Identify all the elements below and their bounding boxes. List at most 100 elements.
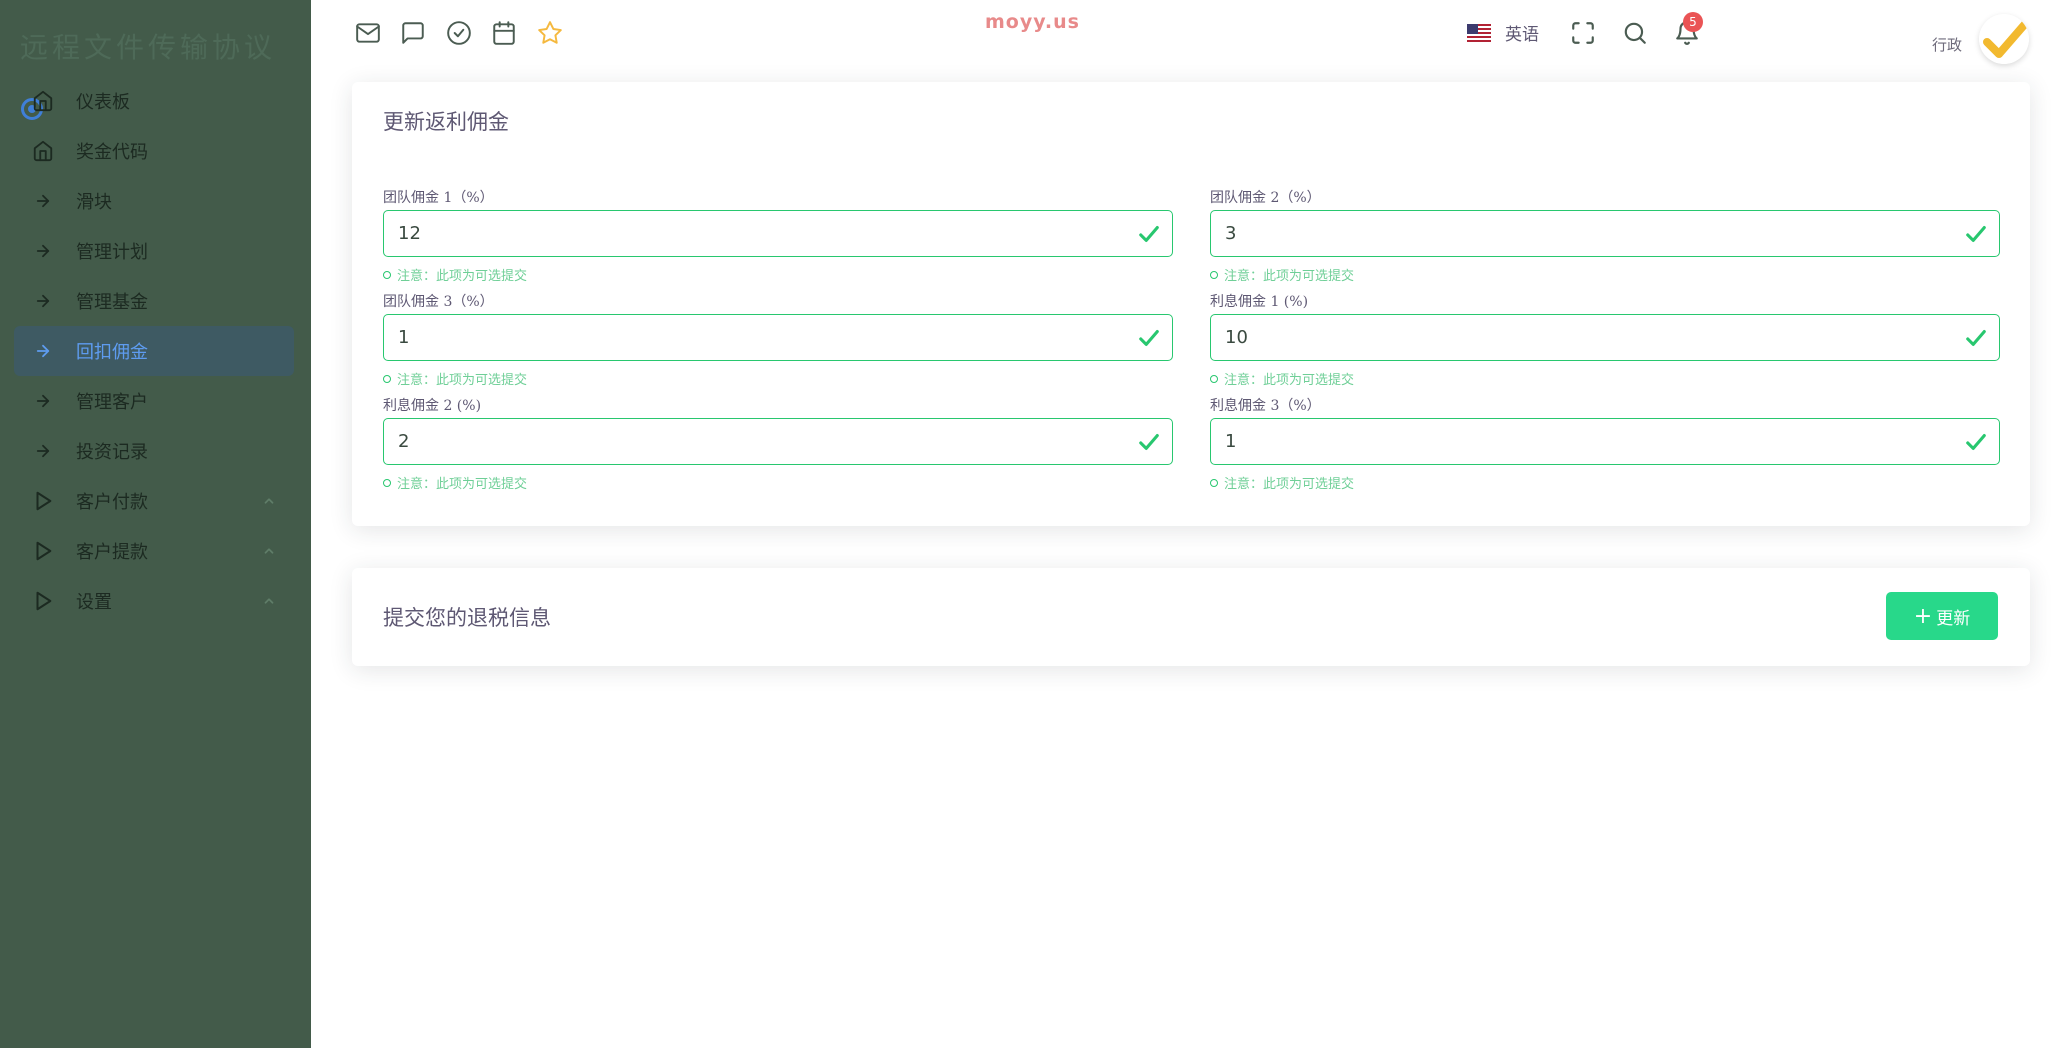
sidebar-item-label: 管理计划 (76, 242, 148, 263)
avatar[interactable] (1979, 14, 2029, 64)
search-icon[interactable] (1622, 20, 1648, 46)
language-dropdown[interactable]: 英语 (1467, 20, 1539, 45)
arrow-right-icon (30, 338, 56, 364)
sidebar-item-settings[interactable]: 设置 (14, 576, 294, 626)
rebate-commission-card: 更新返利佣金 团队佣金 1（%） 注意：此项为可选提交 团队佣金 2（%） 注意… (352, 82, 2030, 526)
interest-commission-2-field: 利息佣金 2 (%) 注意：此项为可选提交 (383, 396, 1173, 492)
play-icon (30, 588, 56, 614)
check-icon (1138, 223, 1160, 249)
input-wrapper (383, 418, 1173, 465)
arrow-right-icon (30, 438, 56, 464)
submit-rebate-card: 提交您的退税信息 + 更新 (352, 568, 2030, 666)
sidebar-menu: 仪表板 奖金代码 滑块 管理计划 管理基金 回扣佣金 管理客户 投资记录 客户付… (14, 76, 294, 626)
check-icon (1965, 223, 1987, 249)
team-commission-2-field: 团队佣金 2（%） 注意：此项为可选提交 (1210, 188, 2000, 284)
interest-commission-1-input[interactable] (1211, 315, 1911, 359)
interest-commission-3-field: 利息佣金 3（%） 注意：此项为可选提交 (1210, 396, 2000, 492)
update-button[interactable]: + 更新 (1886, 592, 1998, 640)
calendar-icon[interactable] (491, 20, 517, 46)
hint-dot-icon (383, 270, 391, 279)
hint-text: 注意：此项为可选提交 (397, 269, 528, 284)
card-title: 提交您的退税信息 (383, 606, 551, 630)
notification-badge: 5 (1683, 12, 1703, 32)
hint-dot-icon (1210, 270, 1218, 279)
interest-commission-1-field: 利息佣金 1 (%) 注意：此项为可选提交 (1210, 292, 2000, 388)
chevron-up-icon[interactable] (262, 543, 276, 562)
team-commission-2-input[interactable] (1211, 211, 1911, 255)
sidebar-item-label: 滑块 (76, 192, 112, 213)
check-icon (1965, 327, 1987, 353)
star-icon[interactable] (537, 20, 563, 46)
brand-title[interactable]: 远程文件传输协议 (20, 26, 276, 66)
hint-dot-icon (1210, 374, 1218, 383)
check-circle-icon[interactable] (446, 20, 472, 46)
sidebar-item-label: 客户付款 (76, 492, 148, 513)
avatar-checkmark-icon (1979, 14, 2029, 64)
home-icon (30, 88, 56, 114)
sidebar-item-bonus-code[interactable]: 奖金代码 (14, 126, 294, 176)
language-label: 英语 (1505, 25, 1539, 45)
play-icon (30, 538, 56, 564)
sidebar-item-label: 投资记录 (76, 442, 148, 463)
check-icon (1965, 431, 1987, 457)
input-wrapper (383, 210, 1173, 257)
input-wrapper (1210, 210, 2000, 257)
arrow-right-icon (30, 238, 56, 264)
field-label: 团队佣金 2（%） (1210, 190, 1321, 206)
team-commission-3-field: 团队佣金 3（%） 注意：此项为可选提交 (383, 292, 1173, 388)
watermark-text: moyy.us (985, 11, 1080, 33)
hint-text: 注意：此项为可选提交 (397, 373, 528, 388)
chat-icon[interactable] (400, 20, 426, 46)
sidebar-item-manage-customers[interactable]: 管理客户 (14, 376, 294, 426)
hint-text: 注意：此项为可选提交 (1224, 373, 1355, 388)
field-hint: 注意：此项为可选提交 (1210, 473, 2000, 492)
arrow-right-icon (30, 288, 56, 314)
interest-commission-2-input[interactable] (384, 419, 1084, 463)
user-role-label: 行政 (1932, 36, 1963, 54)
field-hint: 注意：此项为可选提交 (1210, 369, 2000, 388)
hint-text: 注意：此项为可选提交 (1224, 477, 1355, 492)
field-hint: 注意：此项为可选提交 (383, 265, 1173, 284)
sidebar-item-manage-funds[interactable]: 管理基金 (14, 276, 294, 326)
sidebar-item-rebate-commission[interactable]: 回扣佣金 (14, 326, 294, 376)
sidebar-item-label: 客户提款 (76, 542, 148, 563)
sidebar-item-label: 管理客户 (76, 392, 148, 413)
sidebar-item-label: 奖金代码 (76, 142, 148, 163)
sidebar-item-manage-plans[interactable]: 管理计划 (14, 226, 294, 276)
top-navbar (311, 0, 2057, 68)
home-icon (30, 138, 56, 164)
team-commission-1-input[interactable] (384, 211, 1084, 255)
field-hint: 注意：此项为可选提交 (383, 369, 1173, 388)
mail-icon[interactable] (355, 20, 381, 46)
sidebar-item-label: 设置 (76, 592, 112, 613)
hint-dot-icon (1210, 478, 1218, 487)
input-wrapper (1210, 418, 2000, 465)
field-hint: 注意：此项为可选提交 (1210, 265, 2000, 284)
input-wrapper (1210, 314, 2000, 361)
chevron-up-icon[interactable] (262, 593, 276, 612)
team-commission-3-input[interactable] (384, 315, 1084, 359)
team-commission-1-field: 团队佣金 1（%） 注意：此项为可选提交 (383, 188, 1173, 284)
plus-icon: + (1913, 603, 1933, 629)
sidebar-item-label: 回扣佣金 (76, 342, 148, 363)
check-icon (1138, 327, 1160, 353)
field-label: 利息佣金 3（%） (1210, 398, 1321, 414)
arrow-right-icon (30, 388, 56, 414)
sidebar-item-customer-payments[interactable]: 客户付款 (14, 476, 294, 526)
sidebar-item-slider[interactable]: 滑块 (14, 176, 294, 226)
sidebar-item-customer-withdrawals[interactable]: 客户提款 (14, 526, 294, 576)
field-label: 利息佣金 2 (%) (383, 398, 482, 414)
field-hint: 注意：此项为可选提交 (383, 473, 1173, 492)
check-icon (1138, 431, 1160, 457)
sidebar-item-dashboard[interactable]: 仪表板 (14, 76, 294, 126)
input-wrapper (383, 314, 1173, 361)
field-label: 团队佣金 3（%） (383, 294, 494, 310)
sidebar-item-investment-records[interactable]: 投资记录 (14, 426, 294, 476)
hint-text: 注意：此项为可选提交 (1224, 269, 1355, 284)
sidebar-item-label: 仪表板 (76, 92, 130, 113)
chevron-up-icon[interactable] (262, 493, 276, 512)
fullscreen-icon[interactable] (1570, 20, 1596, 46)
interest-commission-3-input[interactable] (1211, 419, 1911, 463)
sidebar: 远程文件传输协议 仪表板 奖金代码 滑块 管理计划 管理基金 回扣佣金 管理客户… (0, 0, 311, 1048)
us-flag-icon (1467, 23, 1491, 42)
